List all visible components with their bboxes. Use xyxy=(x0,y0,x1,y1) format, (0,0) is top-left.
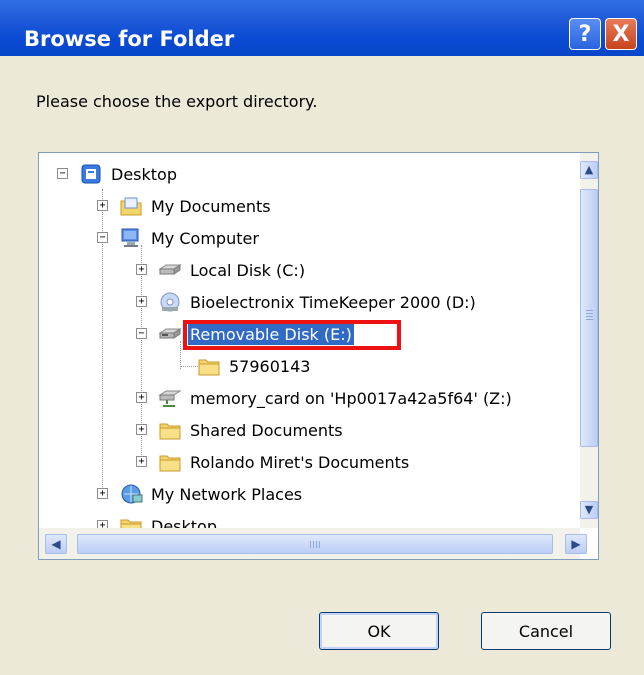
tree-item-label: My Computer xyxy=(151,228,259,248)
tree-item-label: Local Disk (C:) xyxy=(190,260,306,280)
cancel-button[interactable]: Cancel xyxy=(481,612,611,650)
collapse-toggle[interactable]: − xyxy=(57,168,68,179)
collapse-toggle[interactable]: − xyxy=(97,232,108,243)
help-button[interactable]: ? xyxy=(569,18,601,50)
tree-item[interactable]: memory_card on 'Hp0017a42a5f64' (Z:) xyxy=(158,383,514,413)
help-icon: ? xyxy=(578,21,592,47)
tree-item-label: Shared Documents xyxy=(190,420,343,440)
tree-item[interactable]: My Network Places xyxy=(119,479,304,509)
scroll-right-button[interactable]: ▶ xyxy=(565,534,587,554)
tree-item[interactable]: Rolando Miret's Documents xyxy=(158,447,411,477)
chevron-left-icon: ◀ xyxy=(51,537,61,551)
my-documents-icon xyxy=(119,195,143,217)
folder-tree[interactable]: − Desktop + My Documents − My Computer + Local … xyxy=(39,153,597,528)
horizontal-scrollbar[interactable]: ◀ ▶ xyxy=(39,528,587,559)
cd-drive-icon xyxy=(158,291,182,313)
tree-item-label: Rolando Miret's Documents xyxy=(190,452,410,472)
tree-item-label: My Documents xyxy=(151,196,271,216)
collapse-toggle[interactable]: − xyxy=(136,328,147,339)
expand-toggle[interactable]: + xyxy=(97,520,108,528)
tree-item[interactable]: Shared Documents xyxy=(158,415,345,445)
tree-item[interactable]: My Computer xyxy=(119,223,261,253)
tree-item[interactable]: Desktop xyxy=(119,511,219,528)
scroll-down-button[interactable]: ▼ xyxy=(580,501,598,519)
folder-icon xyxy=(197,355,221,377)
close-icon: X xyxy=(612,21,630,47)
expand-toggle[interactable]: + xyxy=(136,456,147,467)
scroll-up-button[interactable]: ▲ xyxy=(580,161,598,179)
tree-item-label: Desktop xyxy=(151,516,217,529)
expand-toggle[interactable]: + xyxy=(97,488,108,499)
close-button[interactable]: X xyxy=(605,18,637,50)
expand-toggle[interactable]: + xyxy=(97,200,108,211)
vertical-scrollbar[interactable]: ▲ ▼ xyxy=(580,153,598,528)
browse-for-folder-dialog: Browse for Folder ? X Please choose the … xyxy=(0,0,644,675)
folder-tree-view[interactable]: − Desktop + My Documents − My Computer + Local … xyxy=(38,152,599,560)
window-title: Browse for Folder xyxy=(24,27,235,51)
tree-item[interactable]: My Documents xyxy=(119,191,273,221)
title-bar[interactable]: Browse for Folder ? X xyxy=(0,0,644,56)
scroll-left-button[interactable]: ◀ xyxy=(45,534,67,554)
tree-item[interactable]: Desktop xyxy=(79,159,179,189)
folder-icon xyxy=(158,451,182,473)
prompt-text: Please choose the export directory. xyxy=(36,92,318,111)
hard-disk-icon xyxy=(158,259,182,281)
chevron-right-icon: ▶ xyxy=(571,537,581,551)
expand-toggle[interactable]: + xyxy=(136,424,147,435)
chevron-down-icon: ▼ xyxy=(584,503,594,516)
my-computer-icon xyxy=(119,227,143,249)
folder-icon xyxy=(158,419,182,441)
tree-item[interactable]: Local Disk (C:) xyxy=(158,255,307,285)
tree-item[interactable]: 57960143 xyxy=(197,351,312,381)
tree-item-label: memory_card on 'Hp0017a42a5f64' (Z:) xyxy=(190,388,512,408)
ok-button[interactable]: OK xyxy=(319,612,439,650)
desktop-icon xyxy=(79,163,103,185)
scroll-thumb[interactable] xyxy=(580,189,598,447)
grip-icon xyxy=(586,310,593,311)
expand-toggle[interactable]: + xyxy=(136,264,147,275)
network-drive-icon xyxy=(158,387,182,409)
tree-item-label: 57960143 xyxy=(229,356,311,376)
tree-item[interactable]: Bioelectronix TimeKeeper 2000 (D:) xyxy=(158,287,478,317)
network-places-icon xyxy=(119,483,143,505)
chevron-up-icon: ▲ xyxy=(584,163,594,176)
grip-icon xyxy=(310,541,311,548)
selection-highlight xyxy=(183,320,401,350)
tree-item-label: My Network Places xyxy=(151,484,303,504)
expand-toggle[interactable]: + xyxy=(136,296,147,307)
tree-item-label: Desktop xyxy=(111,164,177,184)
h-scroll-thumb[interactable] xyxy=(77,534,553,554)
expand-toggle[interactable]: + xyxy=(136,392,147,403)
tree-item-label: Bioelectronix TimeKeeper 2000 (D:) xyxy=(190,292,476,312)
folder-icon xyxy=(119,515,143,528)
removable-disk-icon xyxy=(158,323,182,345)
